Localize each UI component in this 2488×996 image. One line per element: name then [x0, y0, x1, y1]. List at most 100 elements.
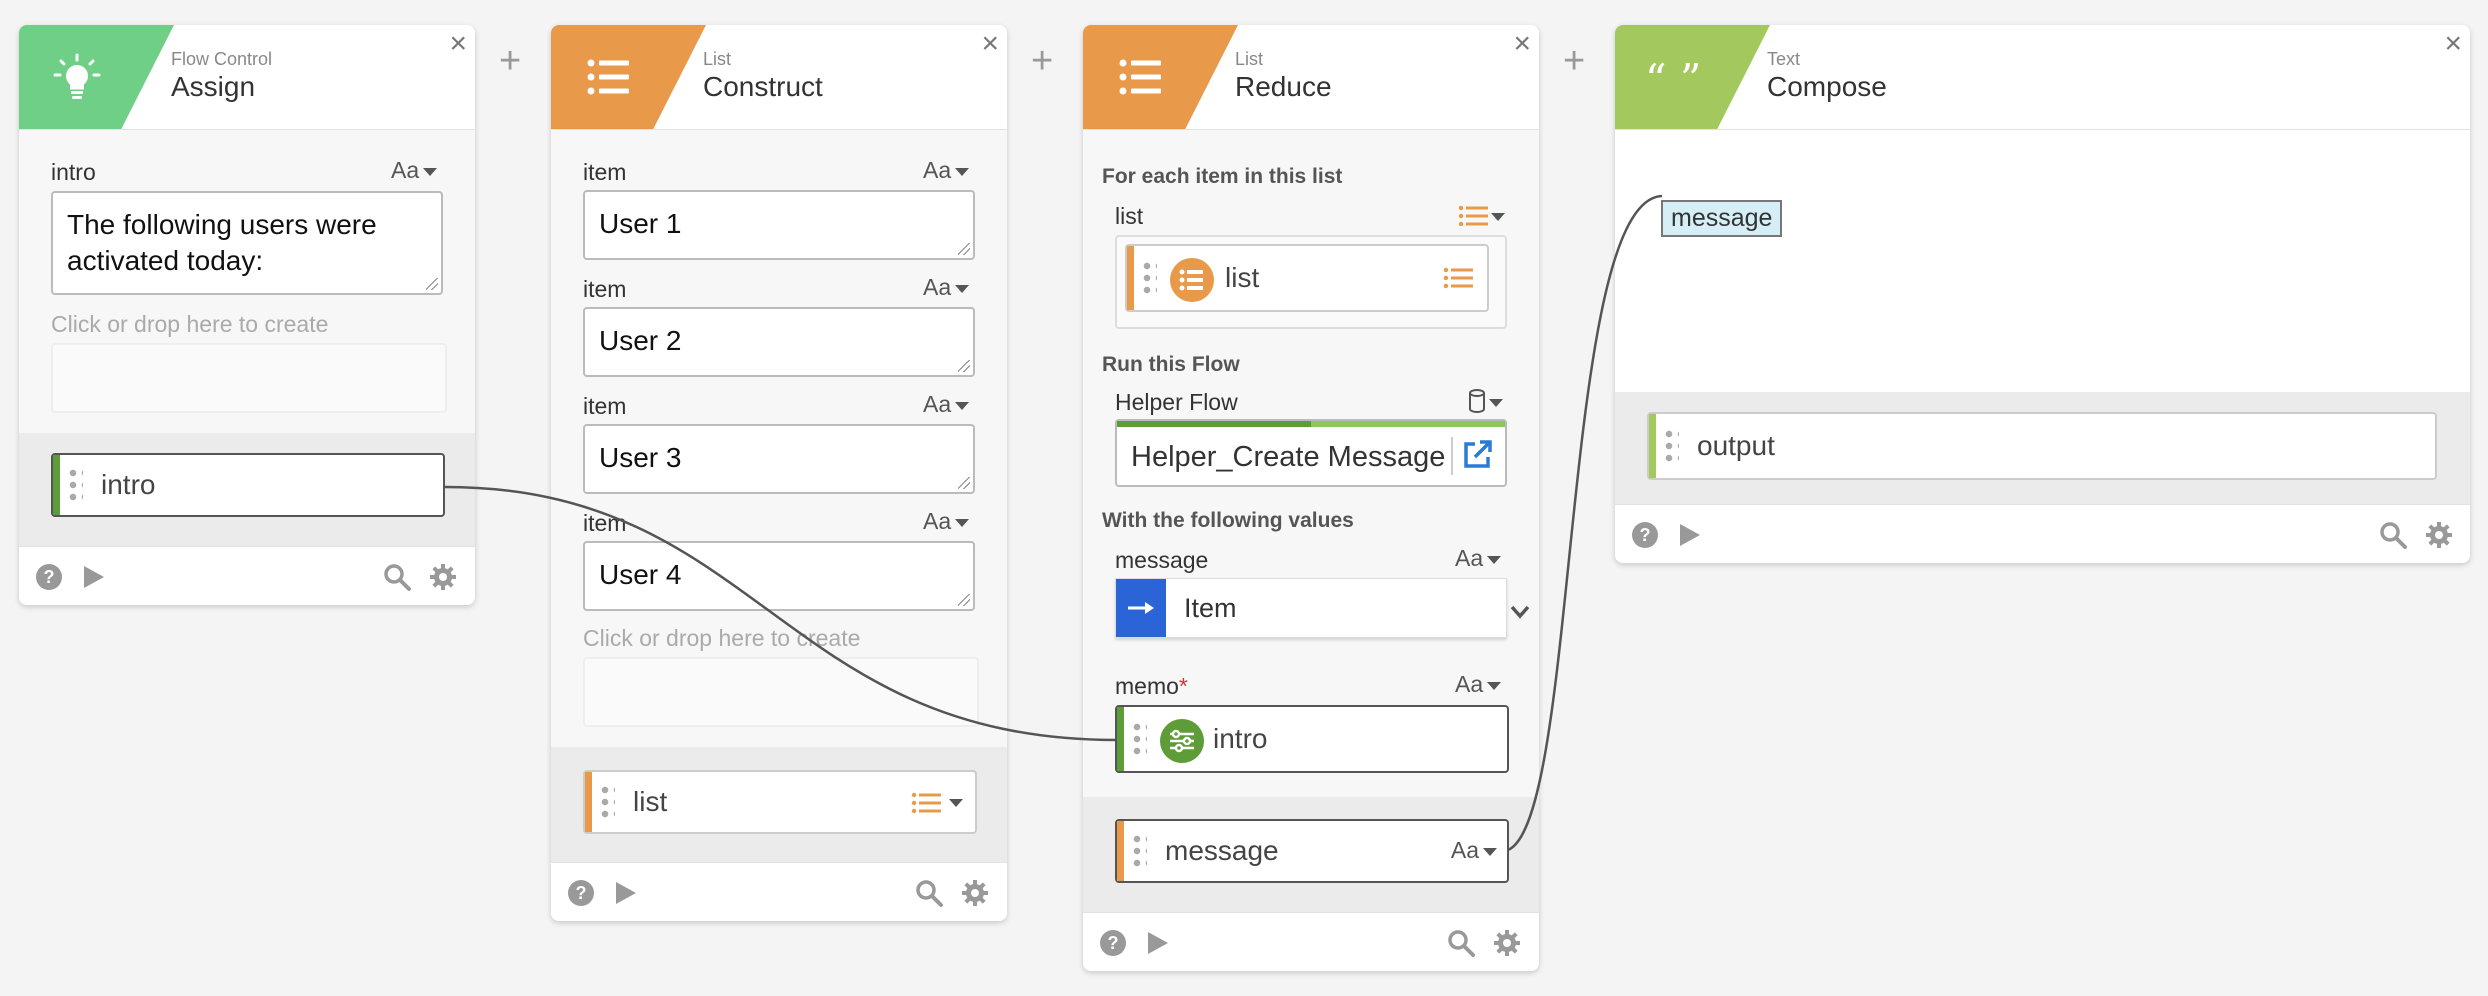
construct-item-value: User 3 — [599, 442, 682, 473]
construct-item-type-button[interactable]: Aa — [923, 391, 969, 418]
chevron-down-icon[interactable] — [1491, 213, 1505, 223]
reduce-message-type-button[interactable]: Aa — [1455, 545, 1501, 572]
compose-close-icon[interactable]: × — [2444, 29, 2462, 59]
construct-item-label: item — [583, 276, 627, 302]
reduce-close-icon[interactable]: × — [1513, 29, 1531, 59]
compose-output-token[interactable]: output — [1647, 412, 2437, 480]
search-icon[interactable] — [915, 879, 943, 907]
reduce-item-value-box[interactable]: Item — [1115, 578, 1507, 638]
token-color-bar — [1117, 821, 1124, 881]
reduce-title: Reduce — [1235, 71, 1332, 102]
construct-title: Construct — [703, 71, 823, 102]
construct-item-label: item — [583, 393, 627, 419]
list-icon — [1119, 59, 1161, 95]
reduce-helper-flow-field[interactable]: Helper_Create Message — [1115, 419, 1507, 487]
resize-grip-icon[interactable] — [958, 243, 970, 255]
reduce-message-label: message — [1115, 547, 1209, 573]
add-step-button[interactable]: + — [499, 42, 521, 80]
help-icon[interactable]: ? — [1099, 929, 1127, 957]
token-color-bar — [1117, 707, 1124, 771]
chevron-down-icon[interactable] — [1510, 605, 1530, 619]
construct-category: List — [703, 49, 732, 69]
svg-text:?: ? — [1108, 933, 1119, 953]
compose-footer: ? — [1615, 504, 2470, 563]
compose-message-tag[interactable]: message — [1661, 200, 1783, 237]
search-icon[interactable] — [2379, 521, 2407, 549]
add-step-button[interactable]: + — [1031, 42, 1053, 80]
construct-item-type-button[interactable]: Aa — [923, 274, 969, 301]
reduce-output-type-button[interactable]: Aa — [1451, 837, 1497, 864]
construct-close-icon[interactable]: × — [981, 29, 999, 59]
list-type-icon[interactable] — [1458, 205, 1488, 227]
reduce-memo-type-button[interactable]: Aa — [1455, 671, 1501, 698]
assign-card-header: Flow Control Assign × — [19, 25, 475, 130]
reduce-memo-token[interactable]: intro — [1115, 705, 1509, 773]
external-link-icon[interactable] — [1461, 439, 1493, 471]
chevron-down-icon[interactable] — [1489, 399, 1503, 409]
compose-badge: “ ” — [1615, 25, 1770, 129]
play-icon[interactable] — [611, 879, 639, 907]
lightbulb-icon — [53, 53, 101, 99]
assign-close-icon[interactable]: × — [449, 29, 467, 59]
reduce-card: List Reduce × For each item in this list… — [1083, 25, 1539, 971]
construct-dropzone[interactable] — [583, 657, 979, 727]
assign-badge — [19, 25, 174, 129]
search-icon[interactable] — [383, 563, 411, 591]
assign-output-token[interactable]: intro — [51, 453, 445, 517]
drag-handle-icon[interactable] — [599, 784, 615, 820]
list-type-icon[interactable] — [911, 792, 941, 814]
assign-type-button[interactable]: Aa — [391, 157, 437, 184]
compose-text-area[interactable]: message — [1615, 130, 2470, 392]
assign-title: Assign — [171, 71, 256, 102]
reduce-card-header: List Reduce × — [1083, 25, 1539, 130]
resize-grip-icon[interactable] — [958, 477, 970, 489]
arrow-right-icon — [1128, 602, 1154, 614]
assign-intro-textarea[interactable]: The following users were activated today… — [51, 191, 443, 295]
add-step-button[interactable]: + — [1563, 42, 1585, 80]
assign-card: Flow Control Assign × intro Aa The follo… — [19, 25, 475, 605]
construct-create-hint: Click or drop here to create — [583, 625, 861, 651]
reduce-list-token[interactable]: list — [1125, 244, 1489, 312]
construct-item-input[interactable]: User 2 — [583, 307, 975, 377]
drag-handle-icon[interactable] — [1131, 833, 1147, 869]
help-icon[interactable]: ? — [35, 563, 63, 591]
help-icon[interactable]: ? — [1631, 521, 1659, 549]
gear-icon[interactable] — [1493, 929, 1521, 957]
resize-grip-icon[interactable] — [958, 360, 970, 372]
drag-handle-icon[interactable] — [1141, 260, 1157, 296]
assign-intro-line2: activated today: — [67, 245, 264, 276]
construct-item-input[interactable]: User 3 — [583, 424, 975, 494]
drag-handle-icon[interactable] — [1131, 721, 1147, 757]
list-type-icon — [1443, 267, 1473, 289]
drag-handle-icon[interactable] — [1663, 428, 1679, 464]
resize-grip-icon[interactable] — [426, 278, 438, 290]
play-icon[interactable] — [79, 563, 107, 591]
construct-item-label: item — [583, 510, 627, 536]
reduce-output-token[interactable]: message Aa — [1115, 819, 1509, 883]
reduce-category: List — [1235, 49, 1264, 69]
reduce-output-label: message — [1165, 835, 1279, 866]
construct-item-type-button[interactable]: Aa — [923, 508, 969, 535]
token-color-bar — [585, 772, 592, 832]
construct-badge — [551, 25, 706, 129]
construct-item-value: User 4 — [599, 559, 682, 590]
gear-icon[interactable] — [2425, 521, 2453, 549]
play-icon[interactable] — [1675, 521, 1703, 549]
construct-item-input[interactable]: User 1 — [583, 190, 975, 260]
construct-item-label: item — [583, 159, 627, 185]
drag-handle-icon[interactable] — [67, 467, 83, 503]
construct-item-input[interactable]: User 4 — [583, 541, 975, 611]
compose-card: “ ” Text Compose × message output ? — [1615, 25, 2470, 563]
gear-icon[interactable] — [429, 563, 457, 591]
assign-intro-line1: The following users were — [67, 209, 377, 240]
help-icon[interactable]: ? — [567, 879, 595, 907]
play-icon[interactable] — [1143, 929, 1171, 957]
assign-dropzone[interactable] — [51, 343, 447, 413]
chevron-down-icon[interactable] — [949, 799, 963, 809]
gear-icon[interactable] — [961, 879, 989, 907]
construct-output-token[interactable]: list — [583, 770, 977, 834]
database-icon[interactable] — [1468, 389, 1486, 413]
resize-grip-icon[interactable] — [958, 594, 970, 606]
construct-item-type-button[interactable]: Aa — [923, 157, 969, 184]
search-icon[interactable] — [1447, 929, 1475, 957]
